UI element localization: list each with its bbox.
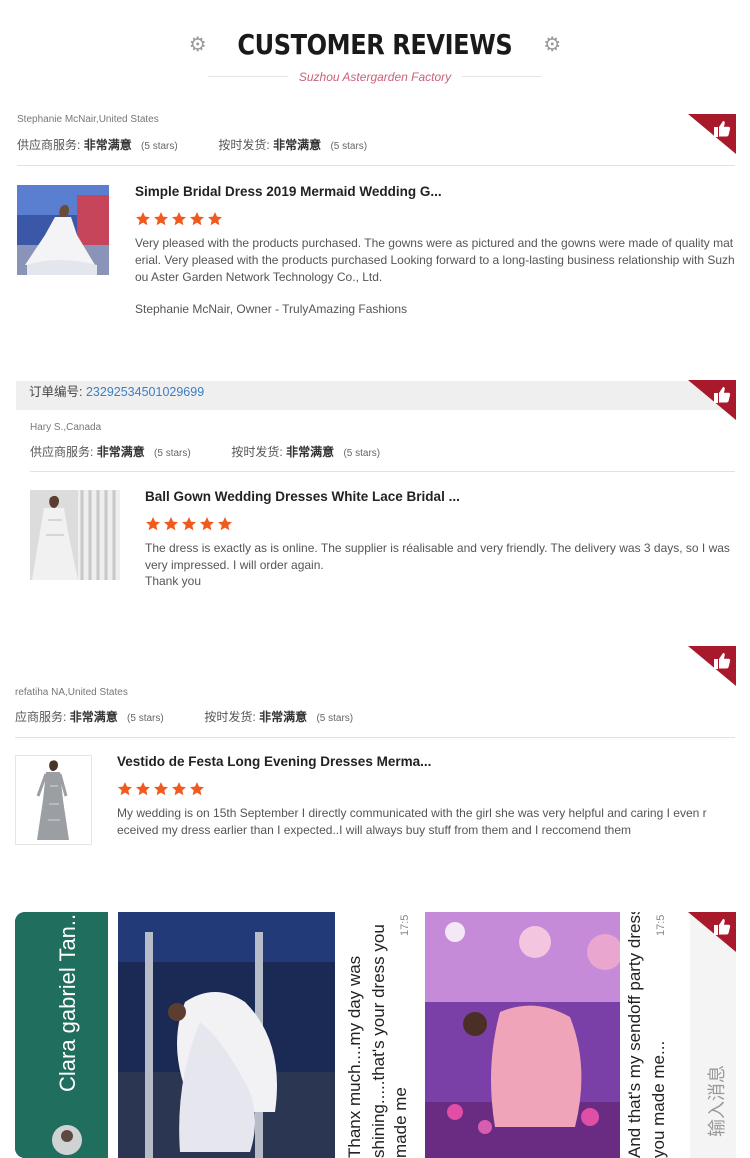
- divider: [17, 165, 735, 166]
- chat-message-line: And that's my sendoff party dress: [625, 912, 644, 1158]
- star-icon: [190, 212, 204, 226]
- customer-chat-screenshot: Clara gabriel Tan... Thanx much....my da…: [15, 912, 736, 1158]
- order-number-link[interactable]: 23292534501029699: [86, 385, 204, 399]
- product-image[interactable]: [15, 755, 92, 845]
- chat-contact-name: Clara gabriel Tan...: [55, 912, 80, 1092]
- star-icon: [172, 212, 186, 226]
- product-title-link[interactable]: Vestido de Festa Long Evening Dresses Me…: [117, 754, 431, 769]
- divider: [30, 471, 735, 472]
- shipping-stars: (5 stars): [330, 141, 368, 152]
- star-icon: [208, 212, 222, 226]
- chat-message-line: Thanx much....my day was: [345, 955, 364, 1158]
- chat-message-line: shining.....that's your dress you: [369, 924, 388, 1158]
- star-rating: [117, 781, 205, 797]
- product-title-link[interactable]: Simple Bridal Dress 2019 Mermaid Wedding…: [135, 184, 442, 199]
- rating-summary: 供应商服务: 非常满意 (5 stars) 按时发货: 非常满意 (5 star…: [17, 136, 367, 153]
- gear-icon: ⚙: [543, 34, 562, 56]
- chat-message-line: you made me...: [649, 1040, 668, 1158]
- shipping-stars: (5 stars): [316, 713, 354, 724]
- thumbs-up-badge-icon: [688, 380, 736, 420]
- service-label: 供应商服务:: [30, 445, 94, 459]
- order-number-bar: 订单编号: 23292534501029699: [16, 381, 736, 410]
- page-title: CUSTOMER REVIEWS: [237, 28, 513, 61]
- product-image[interactable]: [30, 490, 120, 580]
- title-row: ⚙ CUSTOMER REVIEWS ⚙: [0, 28, 750, 61]
- star-rating: [145, 516, 233, 532]
- star-icon: [136, 782, 150, 796]
- service-stars: (5 stars): [154, 448, 191, 459]
- star-icon: [154, 782, 168, 796]
- reviewer-name: Hary S.,Canada: [30, 422, 102, 433]
- reviewer-name: Stephanie McNair,United States: [17, 114, 159, 125]
- shipping-stars: (5 stars): [343, 448, 381, 459]
- chat-timestamp: 17:5: [399, 914, 411, 936]
- product-image[interactable]: [17, 185, 109, 275]
- thumbs-up-badge-icon: [688, 646, 736, 686]
- service-value: 非常满意: [69, 710, 118, 724]
- chat-input-placeholder: 输入消息: [707, 1065, 727, 1137]
- rating-summary: 应商服务: 非常满意 (5 stars) 按时发货: 非常满意 (5 stars…: [15, 708, 353, 725]
- star-icon: [172, 782, 186, 796]
- shipping-label: 按时发货:: [218, 138, 270, 152]
- gear-icon: ⚙: [188, 34, 207, 56]
- star-rating: [135, 211, 223, 227]
- product-title-link[interactable]: Ball Gown Wedding Dresses White Lace Bri…: [145, 489, 460, 504]
- service-label: 应商服务:: [15, 710, 67, 724]
- review-text: My wedding is on 15th September I direct…: [117, 806, 707, 837]
- thumbs-up-badge-icon: [688, 114, 736, 154]
- shipping-label: 按时发货:: [231, 445, 283, 459]
- review-text: The dress is exactly as is online. The s…: [145, 541, 730, 572]
- divider: [15, 737, 735, 738]
- review-text: Very pleased with the products purchased…: [135, 236, 735, 284]
- star-icon: [164, 517, 178, 531]
- service-label: 供应商服务:: [17, 138, 81, 152]
- page-subtitle: Suzhou Astergarden Factory: [298, 70, 452, 84]
- review-signature: Stephanie McNair, Owner - TrulyAmazing F…: [135, 302, 408, 316]
- service-value: 非常满意: [96, 445, 145, 459]
- service-stars: (5 stars): [127, 713, 164, 724]
- star-icon: [200, 517, 214, 531]
- star-icon: [190, 782, 204, 796]
- service-value: 非常满意: [83, 138, 132, 152]
- rating-summary: 供应商服务: 非常满意 (5 stars) 按时发货: 非常满意 (5 star…: [30, 443, 380, 460]
- reviewer-name: refatiha NA,United States: [15, 687, 128, 698]
- shipping-label: 按时发货:: [204, 710, 256, 724]
- star-icon: [154, 212, 168, 226]
- chat-timestamp: 17:5: [655, 914, 667, 936]
- star-icon: [118, 782, 132, 796]
- shipping-value: 非常满意: [286, 445, 335, 459]
- star-icon: [136, 212, 150, 226]
- shipping-value: 非常满意: [259, 710, 308, 724]
- reviews-header: ⚙ CUSTOMER REVIEWS ⚙ Suzhou Astergarden …: [0, 0, 750, 100]
- shipping-value: 非常满意: [273, 138, 322, 152]
- star-icon: [182, 517, 196, 531]
- review-text-thanks: Thank you: [145, 574, 202, 588]
- star-icon: [146, 517, 160, 531]
- star-icon: [218, 517, 232, 531]
- service-stars: (5 stars): [141, 141, 178, 152]
- chat-message-line: made me: [391, 1087, 410, 1158]
- order-label: 订单编号:: [29, 385, 83, 399]
